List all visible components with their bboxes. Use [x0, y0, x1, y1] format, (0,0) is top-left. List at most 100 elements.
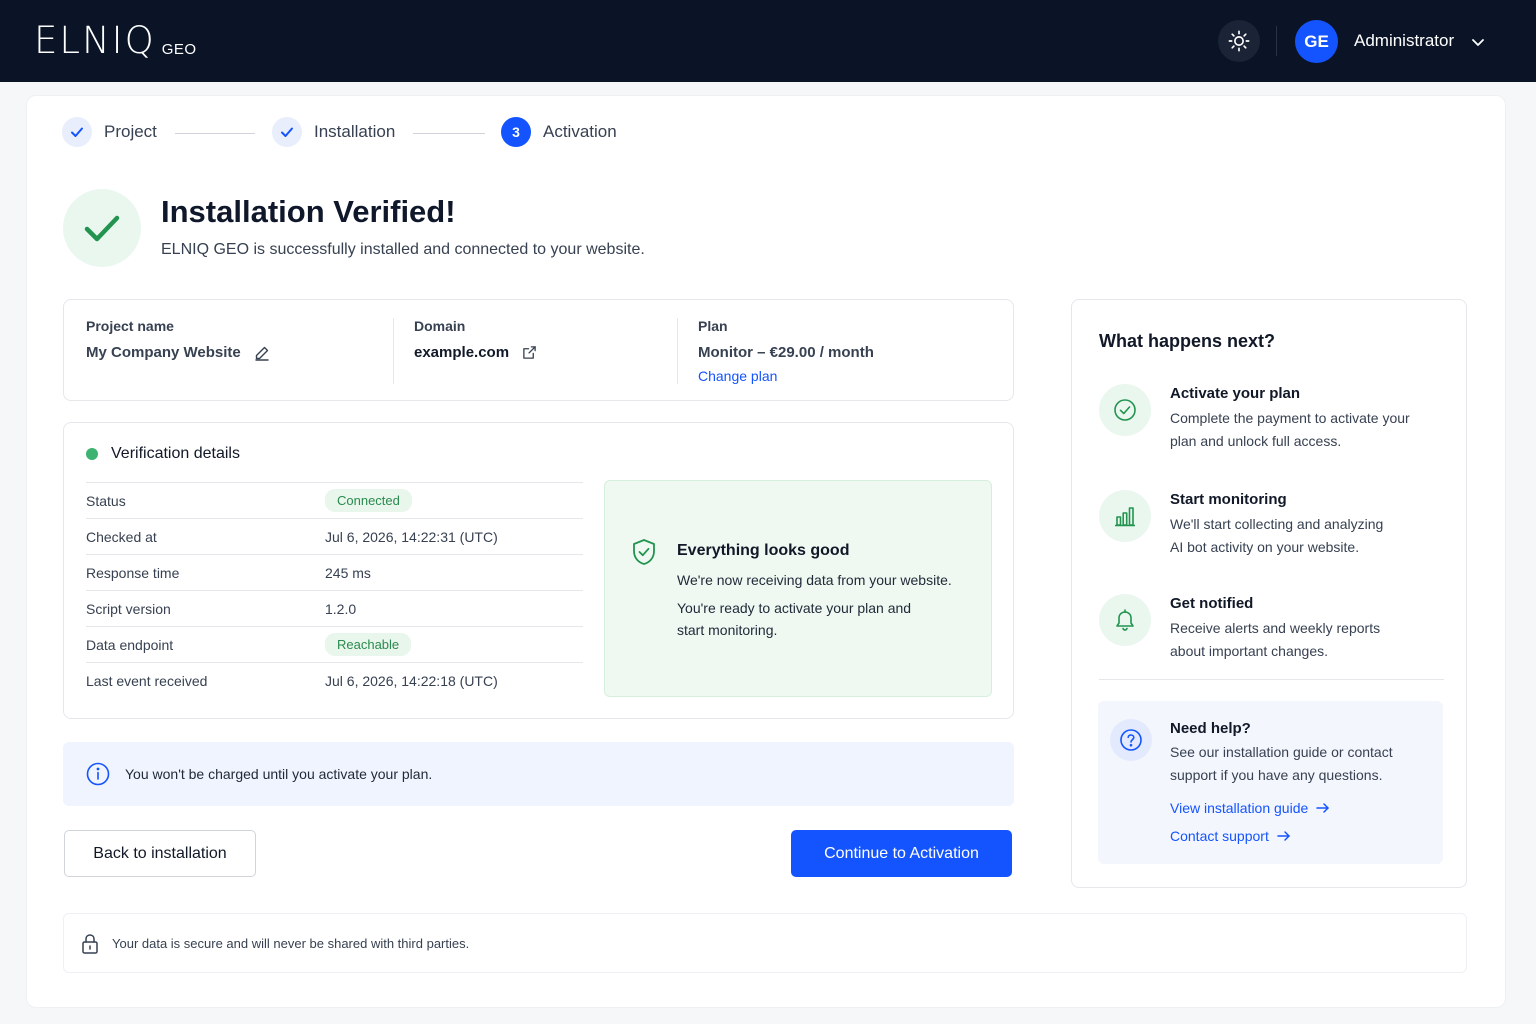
section-divider: [1099, 679, 1444, 680]
notice-text: You won't be charged until you activate …: [125, 766, 433, 782]
success-message: We're now receiving data from your websi…: [677, 572, 952, 588]
step-complete-badge: [272, 117, 302, 147]
table-row: Checked at Jul 6, 2026, 14:22:31 (UTC): [86, 518, 583, 554]
domain-section: Domain example.com: [414, 318, 537, 361]
row-value: Jul 6, 2026, 14:22:31 (UTC): [325, 528, 498, 545]
page-subtitle: ELNIQ GEO is successfully installed and …: [161, 241, 645, 258]
project-name-section: Project name My Company Website: [86, 318, 270, 361]
table-row: Data endpoint Reachable: [86, 626, 583, 662]
edit-pencil-icon[interactable]: [254, 345, 270, 361]
row-key: Status: [86, 492, 126, 509]
success-message: start monitoring.: [677, 622, 778, 638]
next-step-title: Activate your plan: [1170, 385, 1301, 402]
description-line: support if you have any questions.: [1170, 767, 1383, 783]
sun-icon: [1228, 30, 1250, 52]
success-check-badge: [63, 189, 141, 267]
help-description: See our installation guide or contact su…: [1170, 741, 1430, 787]
row-key: Script version: [86, 600, 171, 617]
description-line: Complete the payment to activate your: [1170, 410, 1410, 426]
step-connector: [413, 133, 485, 134]
logo-wordmark: ELNIQ: [34, 19, 156, 62]
project-summary-card: Project name My Company Website Domain e…: [63, 299, 1014, 401]
table-row: Status Connected: [86, 482, 583, 518]
link-label: View installation guide: [1170, 800, 1309, 816]
description-line: Receive alerts and weekly reports: [1170, 620, 1381, 636]
checkmark-icon: [84, 215, 120, 242]
step-number-badge: 3: [501, 117, 531, 147]
row-key: Checked at: [86, 528, 157, 545]
next-steps-title: What happens next?: [1099, 331, 1276, 351]
domain-value-row: example.com: [414, 344, 537, 361]
step-activation[interactable]: 3 Activation: [501, 117, 617, 147]
help-icon-badge: [1110, 719, 1152, 761]
app-logo[interactable]: ELNIQ GEO: [34, 22, 197, 60]
checkmark-icon: [281, 127, 293, 137]
description-line: plan and unlock full access.: [1170, 433, 1342, 449]
plan-label: Plan: [698, 318, 728, 334]
user-menu-name[interactable]: Administrator: [1354, 31, 1454, 51]
verification-details-card: Verification details Status Connected Ch…: [63, 422, 1014, 719]
step-label: Installation: [314, 122, 396, 141]
plan-value: Monitor – €29.00 / month: [698, 344, 874, 361]
next-step-icon-badge: [1099, 490, 1151, 542]
row-key: Last event received: [86, 672, 208, 689]
column-divider: [393, 318, 394, 384]
help-box: Need help? See our installation guide or…: [1098, 701, 1443, 864]
description-line: about important changes.: [1170, 643, 1328, 659]
billing-notice: You won't be charged until you activate …: [63, 742, 1014, 806]
contact-support-link[interactable]: Contact support: [1170, 828, 1291, 844]
user-avatar[interactable]: GE: [1295, 20, 1338, 63]
next-steps-card: What happens next? Activate your plan Co…: [1071, 299, 1467, 888]
change-plan-link[interactable]: Change plan: [698, 368, 874, 384]
view-installation-guide-link[interactable]: View installation guide: [1170, 800, 1330, 816]
next-step-icon-badge: [1099, 594, 1151, 646]
domain-label: Domain: [414, 318, 466, 334]
bar-chart-icon: [1115, 507, 1135, 527]
plan-section: Plan Monitor – €29.00 / month Change pla…: [698, 318, 874, 384]
domain-value: example.com: [414, 344, 510, 361]
project-name-value-row: My Company Website: [86, 344, 270, 361]
next-step-description: Receive alerts and weekly reports about …: [1170, 617, 1445, 663]
step-installation[interactable]: Installation: [272, 117, 395, 147]
description-line: We'll start collecting and analyzing: [1170, 516, 1384, 532]
next-step-description: We'll start collecting and analyzing AI …: [1170, 513, 1445, 559]
step-project[interactable]: Project: [62, 117, 157, 147]
success-message: You're ready to activate your plan and: [677, 600, 912, 616]
external-link-icon[interactable]: [522, 345, 537, 360]
back-to-installation-button[interactable]: Back to installation: [64, 830, 256, 877]
table-row: Last event received Jul 6, 2026, 14:22:1…: [86, 662, 583, 698]
column-divider: [677, 318, 678, 384]
status-badge: Reachable: [325, 633, 412, 656]
next-step-title: Start monitoring: [1170, 491, 1287, 508]
row-key: Response time: [86, 564, 180, 581]
table-row: Response time 245 ms: [86, 554, 583, 590]
status-dot: [86, 448, 98, 460]
check-circle-icon: [1114, 399, 1136, 421]
next-step-icon-badge: [1099, 384, 1151, 436]
step-connector: [175, 133, 255, 134]
row-value: 245 ms: [325, 564, 371, 581]
row-value: Jul 6, 2026, 14:22:18 (UTC): [325, 672, 498, 689]
logo-suffix: GEO: [161, 41, 197, 58]
next-step-title: Get notified: [1170, 595, 1254, 612]
bell-icon: [1116, 609, 1134, 631]
chevron-down-icon[interactable]: [1470, 34, 1486, 50]
table-row: Script version 1.2.0: [86, 590, 583, 626]
row-key: Data endpoint: [86, 636, 174, 653]
verification-header: Verification details: [86, 445, 240, 463]
step-complete-badge: [62, 117, 92, 147]
arrow-right-icon: [1277, 831, 1290, 841]
security-text: Your data is secure and will never be sh…: [112, 936, 470, 951]
continue-to-activation-button[interactable]: Continue to Activation: [791, 830, 1012, 877]
status-badge: Connected: [325, 489, 412, 512]
shield-check-icon: [633, 539, 655, 565]
step-label: Activation: [543, 122, 617, 141]
checkmark-icon: [71, 127, 83, 137]
project-name-label: Project name: [86, 318, 174, 334]
project-name-value: My Company Website: [86, 344, 241, 361]
link-label: Contact support: [1170, 828, 1269, 844]
theme-toggle-button[interactable]: [1218, 20, 1260, 62]
page-title: Installation Verified!: [161, 194, 456, 229]
row-value: 1.2.0: [325, 600, 357, 617]
step-label: Project: [104, 122, 157, 141]
